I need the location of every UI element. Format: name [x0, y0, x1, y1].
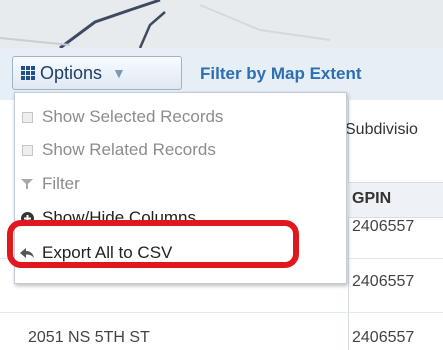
filter-icon: [20, 177, 34, 191]
checkbox-icon: [20, 143, 34, 157]
gpin-cell[interactable]: 2406557: [352, 273, 414, 291]
gpin-column-header[interactable]: GPIN: [352, 190, 391, 208]
options-button[interactable]: Options ▼: [12, 56, 182, 90]
menu-item-show-related-records[interactable]: Show Related Records: [15, 136, 346, 164]
menu-item-label: Show Related Records: [42, 140, 216, 159]
grid-icon: [21, 66, 35, 80]
map-roads: [0, 0, 443, 48]
options-label: Options: [40, 62, 103, 83]
row-divider: [0, 312, 443, 313]
menu-item-label: Show Selected Records: [42, 107, 224, 126]
menu-item-filter[interactable]: Filter: [15, 170, 346, 198]
checkbox-icon: [20, 110, 34, 124]
highlight-annotation: [7, 220, 299, 268]
menu-item-label: Filter: [42, 174, 80, 193]
filter-by-map-extent-link[interactable]: Filter by Map Extent: [200, 64, 362, 84]
menu-item-show-selected-records[interactable]: Show Selected Records: [15, 103, 346, 131]
address-cell[interactable]: 2051 NS 5TH ST: [28, 329, 150, 347]
map-view[interactable]: [0, 0, 443, 48]
gpin-cell[interactable]: 2406557: [352, 218, 414, 236]
gpin-cell[interactable]: 2406557: [352, 329, 414, 347]
subdivision-column-header[interactable]: Subdivisio: [345, 121, 418, 139]
chevron-down-icon: ▼: [112, 65, 126, 81]
